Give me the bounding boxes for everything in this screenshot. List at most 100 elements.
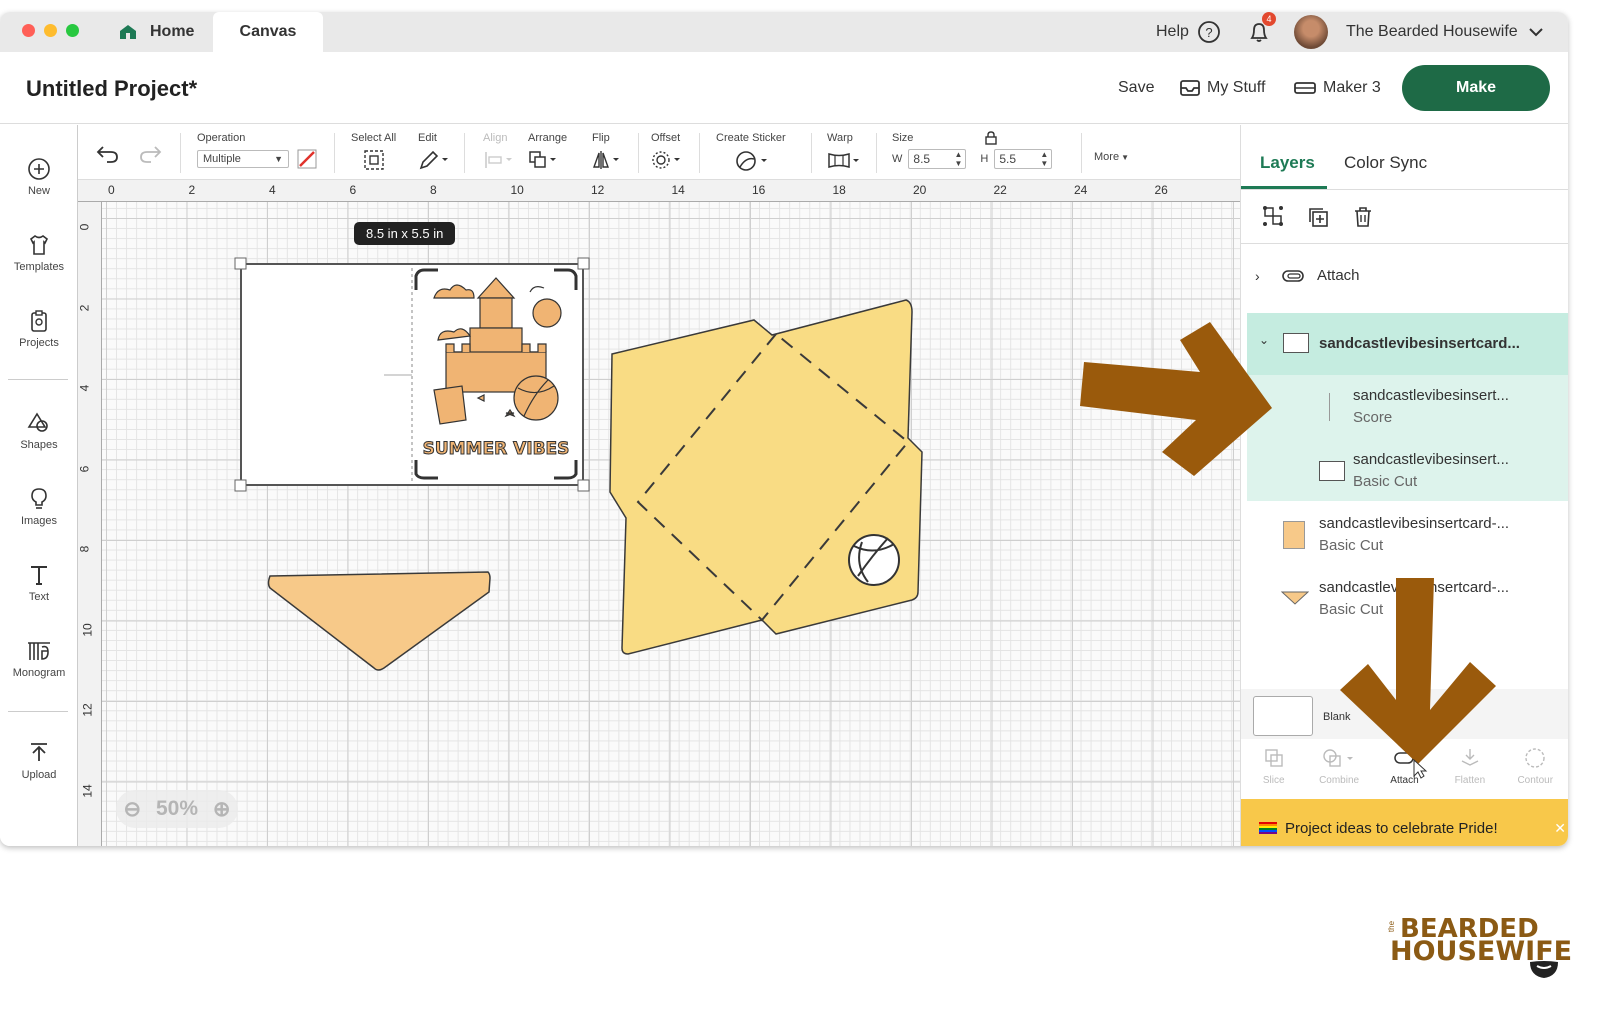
logo-prefix: the bbox=[1387, 920, 1397, 933]
save-button[interactable]: Save bbox=[1118, 79, 1154, 97]
duplicate-icon[interactable] bbox=[1306, 205, 1330, 229]
tab-canvas[interactable]: Canvas bbox=[213, 12, 323, 52]
width-input[interactable]: 8.5 ▲ ▼ bbox=[908, 149, 967, 169]
bearded-housewife-logo: the BEARDED HOUSEWIFE bbox=[1387, 914, 1572, 984]
child-layer-operation[interactable]: Basic Cut bbox=[1353, 473, 1417, 490]
zoom-in-button[interactable]: ⊕ bbox=[213, 797, 231, 822]
user-menu[interactable]: The Bearded Housewife bbox=[1294, 12, 1544, 52]
slice-label: Slice bbox=[1262, 775, 1285, 786]
sidebar-item-monogram[interactable]: Monogram bbox=[0, 639, 78, 679]
align-icon bbox=[485, 152, 512, 168]
edit-group[interactable]: Edit bbox=[418, 132, 450, 174]
combine-label: Combine bbox=[1319, 775, 1360, 786]
panel-divider bbox=[1241, 189, 1568, 190]
envelope-shape[interactable] bbox=[609, 299, 923, 655]
blank-canvas-row[interactable]: Blank bbox=[1241, 689, 1568, 739]
toolbar-divider bbox=[699, 133, 700, 173]
combine-icon bbox=[1323, 749, 1354, 767]
tab-home-label: Home bbox=[150, 23, 195, 40]
layer-operation: Basic Cut bbox=[1319, 601, 1384, 618]
offset-group[interactable]: Offset bbox=[651, 132, 683, 174]
insert-card[interactable]: SUMMER VIBES bbox=[234, 257, 590, 492]
operation-select[interactable]: Multiple ▼ bbox=[197, 150, 289, 168]
layer-row[interactable]: sandcastlevibesinsertcard-... Basic Cut bbox=[1247, 569, 1568, 631]
maximize-window-button[interactable] bbox=[66, 24, 79, 37]
make-button[interactable]: Make bbox=[1402, 65, 1550, 111]
group-icon[interactable] bbox=[1261, 204, 1285, 228]
sidebar-item-images[interactable]: Images bbox=[0, 487, 78, 527]
machine-button[interactable]: Maker 3 bbox=[1293, 79, 1381, 97]
layer-thumbnail bbox=[1319, 461, 1345, 481]
close-icon[interactable]: ✕ bbox=[1554, 820, 1566, 837]
height-input[interactable]: 5.5 ▲ ▼ bbox=[994, 149, 1053, 169]
width-label: W bbox=[892, 153, 903, 165]
attach-group-row[interactable]: › Attach bbox=[1255, 267, 1568, 284]
contour-button[interactable]: Contour bbox=[1503, 739, 1567, 799]
lock-icon[interactable] bbox=[985, 131, 997, 145]
left-sidebar: New Templates Projects Shapes Images Tex… bbox=[0, 125, 78, 846]
bulb-icon bbox=[31, 488, 47, 509]
create-sticker-group[interactable]: Create Sticker bbox=[716, 132, 786, 174]
flap-shape[interactable] bbox=[267, 571, 491, 671]
sidebar-item-templates[interactable]: Templates bbox=[0, 233, 78, 273]
sidebar-item-label: Text bbox=[28, 591, 50, 603]
child-layer-operation[interactable]: Score bbox=[1353, 409, 1392, 426]
tab-color-sync[interactable]: Color Sync bbox=[1344, 153, 1427, 173]
toolbar-divider bbox=[1081, 133, 1082, 173]
stepper-icon: ▲ ▼ bbox=[1040, 150, 1049, 168]
undo-icon[interactable] bbox=[95, 143, 121, 165]
layer-children: sandcastlevibesinsert... Score sandcastl… bbox=[1247, 375, 1568, 501]
text-icon bbox=[31, 566, 47, 585]
my-stuff-button[interactable]: My Stuff bbox=[1179, 79, 1265, 97]
pen-icon bbox=[419, 150, 448, 170]
tab-layers[interactable]: Layers bbox=[1260, 153, 1315, 173]
redo-icon[interactable] bbox=[137, 143, 163, 165]
trash-icon[interactable] bbox=[1351, 205, 1375, 229]
user-name: The Bearded Housewife bbox=[1346, 23, 1518, 40]
slice-button[interactable]: Slice bbox=[1242, 739, 1306, 799]
project-title[interactable]: Untitled Project* bbox=[26, 76, 197, 102]
attach-button[interactable]: Attach bbox=[1372, 739, 1436, 799]
zoom-out-button[interactable]: ⊖ bbox=[123, 797, 141, 822]
sidebar-item-upload[interactable]: Upload bbox=[0, 741, 78, 781]
layer-row[interactable]: sandcastlevibesinsertcard-... Basic Cut bbox=[1247, 505, 1568, 567]
sidebar-item-text[interactable]: Text bbox=[0, 563, 78, 603]
align-group[interactable]: Align bbox=[483, 132, 515, 174]
select-all-group[interactable]: Select All bbox=[351, 132, 396, 174]
project-header: Untitled Project* Save My Stuff Maker 3 … bbox=[0, 52, 1568, 124]
chevron-down-icon: ⌄ bbox=[1259, 333, 1270, 347]
chevron-down-icon bbox=[1528, 28, 1543, 37]
shapes-icon bbox=[27, 412, 48, 432]
slice-icon bbox=[1264, 749, 1283, 767]
flip-group[interactable]: Flip bbox=[592, 132, 624, 174]
more-button[interactable]: More ▼ bbox=[1094, 151, 1129, 163]
close-window-button[interactable] bbox=[22, 24, 35, 37]
minimize-window-button[interactable] bbox=[44, 24, 57, 37]
size-label: Size bbox=[892, 132, 914, 144]
layer-tools: Slice Combine Attach Flatten Contour bbox=[1241, 739, 1568, 799]
layer-group-row[interactable]: ⌄ sandcastlevibesinsertcard... bbox=[1247, 313, 1568, 375]
attach-icon bbox=[1282, 269, 1304, 282]
tab-home[interactable]: Home bbox=[108, 12, 213, 52]
sidebar-item-new[interactable]: New bbox=[0, 157, 78, 197]
child-layer-name[interactable]: sandcastlevibesinsert... bbox=[1353, 451, 1509, 468]
help-button[interactable]: Help ? bbox=[1156, 12, 1221, 52]
sidebar-item-projects[interactable]: Projects bbox=[0, 309, 78, 349]
promo-banner[interactable]: Project ideas to celebrate Pride! ✕ bbox=[1241, 799, 1568, 846]
arrange-group[interactable]: Arrange bbox=[528, 132, 567, 174]
monogram-icon bbox=[28, 642, 50, 660]
child-layer-name[interactable]: sandcastlevibesinsert... bbox=[1353, 387, 1509, 404]
color-swatch-icon[interactable] bbox=[297, 149, 317, 169]
upload-icon bbox=[31, 743, 47, 761]
combine-button[interactable]: Combine bbox=[1307, 739, 1371, 799]
warp-group[interactable]: Warp bbox=[827, 132, 863, 174]
sidebar-divider bbox=[8, 379, 68, 380]
sidebar-item-label: New bbox=[27, 185, 50, 197]
flatten-button[interactable]: Flatten bbox=[1438, 739, 1502, 799]
design-canvas[interactable]: 0 2 4 6 8 10 12 14 16 18 20 22 24 26 0 2 4 6 8 10 12 14 bbox=[78, 180, 1240, 846]
sidebar-item-shapes[interactable]: Shapes bbox=[0, 411, 78, 451]
plus-circle-icon bbox=[28, 158, 50, 180]
save-label: Save bbox=[1118, 79, 1155, 96]
notifications-button[interactable]: 4 bbox=[1246, 12, 1276, 52]
flatten-label: Flatten bbox=[1454, 775, 1486, 786]
